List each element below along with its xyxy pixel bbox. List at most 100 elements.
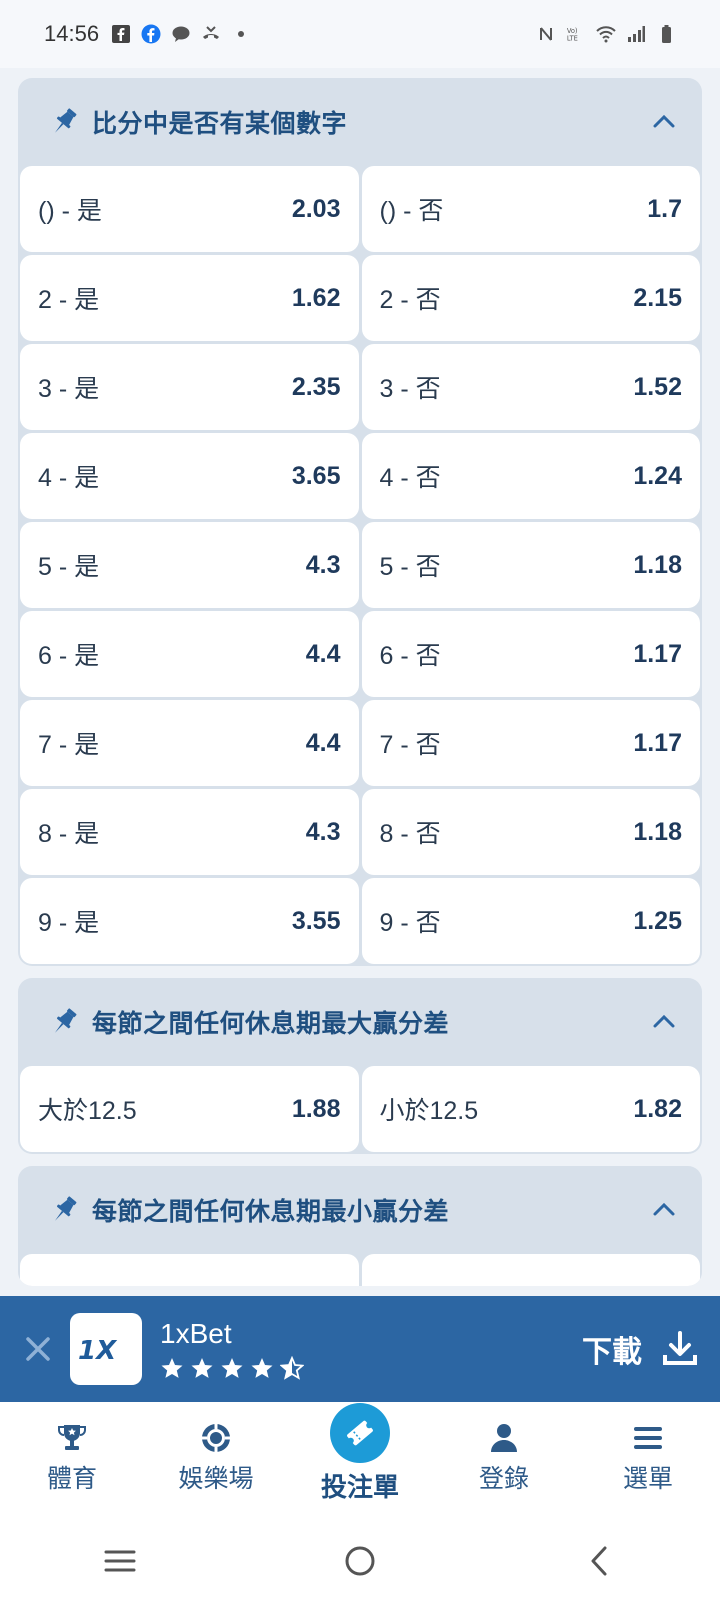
pin-icon[interactable] (46, 104, 82, 140)
missed-call-icon (203, 26, 220, 39)
odd-button[interactable]: 6 - 否 1.17 (361, 611, 700, 697)
odd-value: 4.3 (305, 817, 341, 846)
odd-button[interactable]: 7 - 否 1.17 (361, 700, 700, 786)
app-download-banner: 1X 1xBet 下載 (0, 1296, 720, 1402)
odd-button[interactable]: 2 - 否 2.15 (361, 255, 700, 341)
odd-button[interactable] (20, 1254, 359, 1286)
market-title: 每節之間任何休息期最小贏分差 (92, 1198, 450, 1226)
outcome-label: 4 - 是 (38, 464, 100, 492)
odd-value: 2.15 (633, 283, 682, 312)
outcome-label: 3 - 否 (379, 375, 441, 403)
user-icon (491, 1424, 517, 1452)
market-header[interactable]: 每節之間任何休息期最大贏分差 (20, 978, 700, 1066)
odd-value: 2.35 (291, 372, 341, 401)
odd-button[interactable]: 7 - 是 4.4 (20, 700, 359, 786)
battery-icon (662, 25, 671, 43)
outcome-label: 8 - 否 (379, 820, 441, 848)
star-filled-icon (251, 1358, 273, 1378)
odd-button[interactable]: 4 - 是 3.65 (20, 433, 359, 519)
nav-menu[interactable]: 選單 (588, 1421, 708, 1495)
odd-button[interactable] (361, 1254, 700, 1286)
odd-value: 4.4 (305, 639, 341, 668)
outcome-label: 7 - 否 (379, 731, 441, 759)
star-filled-icon (161, 1358, 183, 1378)
outcome-label: 2 - 否 (379, 286, 441, 314)
markets-list[interactable]: 比分中是否有某個數字 () - 是 2.03 () - 否 1.7 2 - 是 1.6… (0, 68, 720, 1296)
nav-label: 體育 (46, 1465, 97, 1493)
back-icon[interactable] (578, 1539, 622, 1583)
volte-icon: Vo)LTE (567, 27, 578, 43)
chevron-up-icon[interactable] (648, 1006, 680, 1038)
status-notification-icons (111, 24, 251, 44)
odd-button[interactable]: 5 - 是 4.3 (20, 522, 359, 608)
odd-value: 1.17 (633, 728, 682, 757)
nav-sports[interactable]: 體育 (12, 1421, 132, 1495)
odd-button[interactable]: 5 - 否 1.18 (361, 522, 700, 608)
odd-button[interactable]: 8 - 否 1.18 (361, 789, 700, 875)
market-header[interactable]: 比分中是否有某個數字 (20, 78, 700, 166)
nav-casino[interactable]: 娛樂場 (156, 1421, 276, 1495)
app-info: 1xBet (160, 1318, 304, 1380)
facebook-square-icon (112, 25, 131, 43)
odd-value: 1.25 (633, 906, 682, 935)
signal-icon (628, 26, 645, 42)
status-system-icons: Vo) LTE (536, 24, 676, 44)
odd-value: 1.62 (291, 283, 341, 312)
odd-button[interactable]: () - 是 2.03 (20, 166, 359, 252)
pin-icon[interactable] (46, 1004, 82, 1040)
outcome-label: 6 - 是 (38, 642, 100, 670)
rating-stars (160, 1356, 304, 1380)
outcome-label: 7 - 是 (38, 731, 100, 759)
close-icon[interactable] (20, 1331, 56, 1367)
casino-chip-icon (202, 1424, 230, 1452)
outcome-label: 3 - 是 (38, 375, 100, 403)
odd-button[interactable]: 4 - 否 1.24 (361, 433, 700, 519)
nav-betslip[interactable]: 投注單 (300, 1402, 420, 1504)
odd-value: 1.52 (633, 372, 682, 401)
odd-button[interactable]: 6 - 是 4.4 (20, 611, 359, 697)
odd-button[interactable]: 大於12.5 1.88 (20, 1066, 359, 1152)
status-bar: 14:56 Vo) LTE (0, 0, 720, 68)
odd-value: 1.17 (633, 639, 682, 668)
hamburger-menu-icon (634, 1427, 662, 1449)
pin-icon[interactable] (46, 1192, 82, 1228)
download-label: 下載 (582, 1336, 642, 1369)
market-title: 比分中是否有某個數字 (92, 110, 348, 138)
outcome-label: 4 - 否 (379, 464, 441, 492)
star-half-icon (280, 1356, 304, 1380)
home-icon[interactable] (338, 1539, 382, 1583)
app-name: 1xBet (160, 1318, 232, 1349)
odd-value: 1.82 (633, 1094, 682, 1123)
odd-value: 1.18 (633, 550, 682, 579)
nav-login[interactable]: 登錄 (444, 1421, 564, 1495)
outcome-label: 9 - 否 (379, 909, 441, 937)
market-min-break-margin: 每節之間任何休息期最小贏分差 (18, 1166, 702, 1286)
app-logo: 1X (70, 1313, 142, 1385)
chevron-up-icon[interactable] (648, 106, 680, 138)
outcome-label: () - 是 (38, 197, 102, 225)
odd-button[interactable]: 9 - 否 1.25 (361, 878, 700, 964)
outcome-label: 大於12.5 (38, 1097, 137, 1125)
odd-value: 4.4 (305, 728, 341, 757)
odd-button[interactable]: () - 否 1.7 (361, 166, 700, 252)
odd-button[interactable]: 3 - 是 2.35 (20, 344, 359, 430)
market-header[interactable]: 每節之間任何休息期最小贏分差 (20, 1166, 700, 1254)
outcome-label: 5 - 否 (379, 553, 441, 581)
chevron-up-icon[interactable] (648, 1194, 680, 1226)
odd-button[interactable]: 小於12.5 1.82 (361, 1066, 700, 1152)
odd-button[interactable]: 3 - 否 1.52 (361, 344, 700, 430)
svg-text:1X: 1X (78, 1336, 118, 1364)
star-filled-icon (221, 1358, 243, 1378)
odd-value: 1.24 (633, 461, 682, 490)
status-time: 14:56 (44, 21, 100, 46)
betslip-circle (330, 1402, 390, 1463)
odd-button[interactable]: 9 - 是 3.55 (20, 878, 359, 964)
download-button[interactable]: 下載 (582, 1327, 700, 1371)
bottom-navigation: 體育 娛樂場 投注單 登錄 選單 (0, 1402, 720, 1514)
odd-button[interactable]: 8 - 是 4.3 (20, 789, 359, 875)
market-score-contains-digit: 比分中是否有某個數字 () - 是 2.03 () - 否 1.7 2 - 是 1.6… (18, 78, 702, 966)
nav-label: 登錄 (478, 1465, 529, 1493)
trophy-icon (58, 1425, 86, 1450)
odd-button[interactable]: 2 - 是 1.62 (20, 255, 359, 341)
recent-apps-icon[interactable] (98, 1539, 142, 1583)
